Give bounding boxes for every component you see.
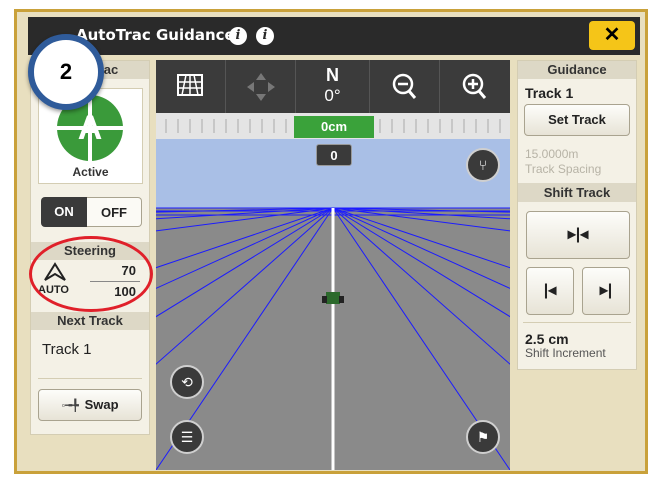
heading-value: 0° (324, 86, 341, 105)
left-divider (38, 378, 142, 379)
guidance-header: Guidance (518, 61, 636, 79)
swap-label: Swap (84, 397, 119, 412)
toggle-on-button[interactable]: ON (41, 197, 87, 227)
set-track-button[interactable]: Set Track (524, 104, 630, 136)
help-info-icon[interactable]: i (256, 27, 274, 45)
shift-increment-value[interactable]: 2.5 cm (525, 331, 569, 347)
track-name: Track 1 (525, 85, 574, 101)
swap-button[interactable]: ◦╼╄ Swap (38, 389, 142, 421)
shift-center-button[interactable]: ▸|◂ (526, 211, 630, 259)
shift-left-button[interactable]: |◂ (526, 267, 574, 315)
info-icon[interactable]: i (229, 27, 247, 45)
swap-icon: ◦╼╄ (61, 400, 79, 412)
right-divider (523, 322, 631, 323)
shift-increment-label: Shift Increment (525, 346, 606, 360)
close-button[interactable]: ✕ (589, 21, 635, 50)
heading-letter: N (326, 65, 339, 85)
fork-icon: ⑂ (478, 157, 488, 173)
zoom-out-icon (392, 73, 417, 99)
step-number-badge: 2 (28, 34, 104, 110)
pan-button[interactable] (226, 60, 296, 113)
heading-display: N 0° (296, 60, 370, 113)
zoom-out-button[interactable] (370, 60, 440, 113)
menu-button[interactable]: ☰ (170, 420, 204, 454)
next-track-value: Track 1 (42, 341, 92, 358)
flag-icon: ⚑ (476, 429, 490, 445)
track-fork-button[interactable]: ⑂ (466, 148, 500, 182)
center-arrows-icon: ▸|◂ (567, 226, 589, 243)
perspective-grid-icon (177, 74, 203, 96)
rotate-view-button[interactable]: ⟲ (170, 365, 204, 399)
next-track-header: Next Track (31, 312, 149, 330)
flag-button[interactable]: ⚑ (466, 420, 500, 454)
toggle-off-button[interactable]: OFF (87, 197, 142, 227)
field-view-button[interactable] (156, 60, 226, 113)
track-number-badge: 0 (316, 144, 352, 166)
zoom-in-button[interactable] (440, 60, 510, 113)
annotation-circle (29, 236, 153, 312)
rotate-icon: ⟲ (181, 374, 193, 390)
pan-arrows-icon (247, 73, 275, 101)
shift-track-header: Shift Track (518, 183, 636, 202)
shift-right-icon: ▸| (599, 282, 613, 299)
track-spacing-value: 15.0000m (525, 147, 579, 161)
window-title: AutoTrac Guidance (76, 26, 235, 44)
offset-indicator: 0cm (294, 116, 374, 138)
zoom-in-icon (462, 73, 487, 99)
status-label: Active (72, 165, 109, 179)
list-icon: ☰ (180, 429, 194, 445)
shift-left-icon: |◂ (543, 282, 557, 299)
track-spacing-label: Track Spacing (525, 162, 602, 176)
shift-right-button[interactable]: ▸| (582, 267, 630, 315)
